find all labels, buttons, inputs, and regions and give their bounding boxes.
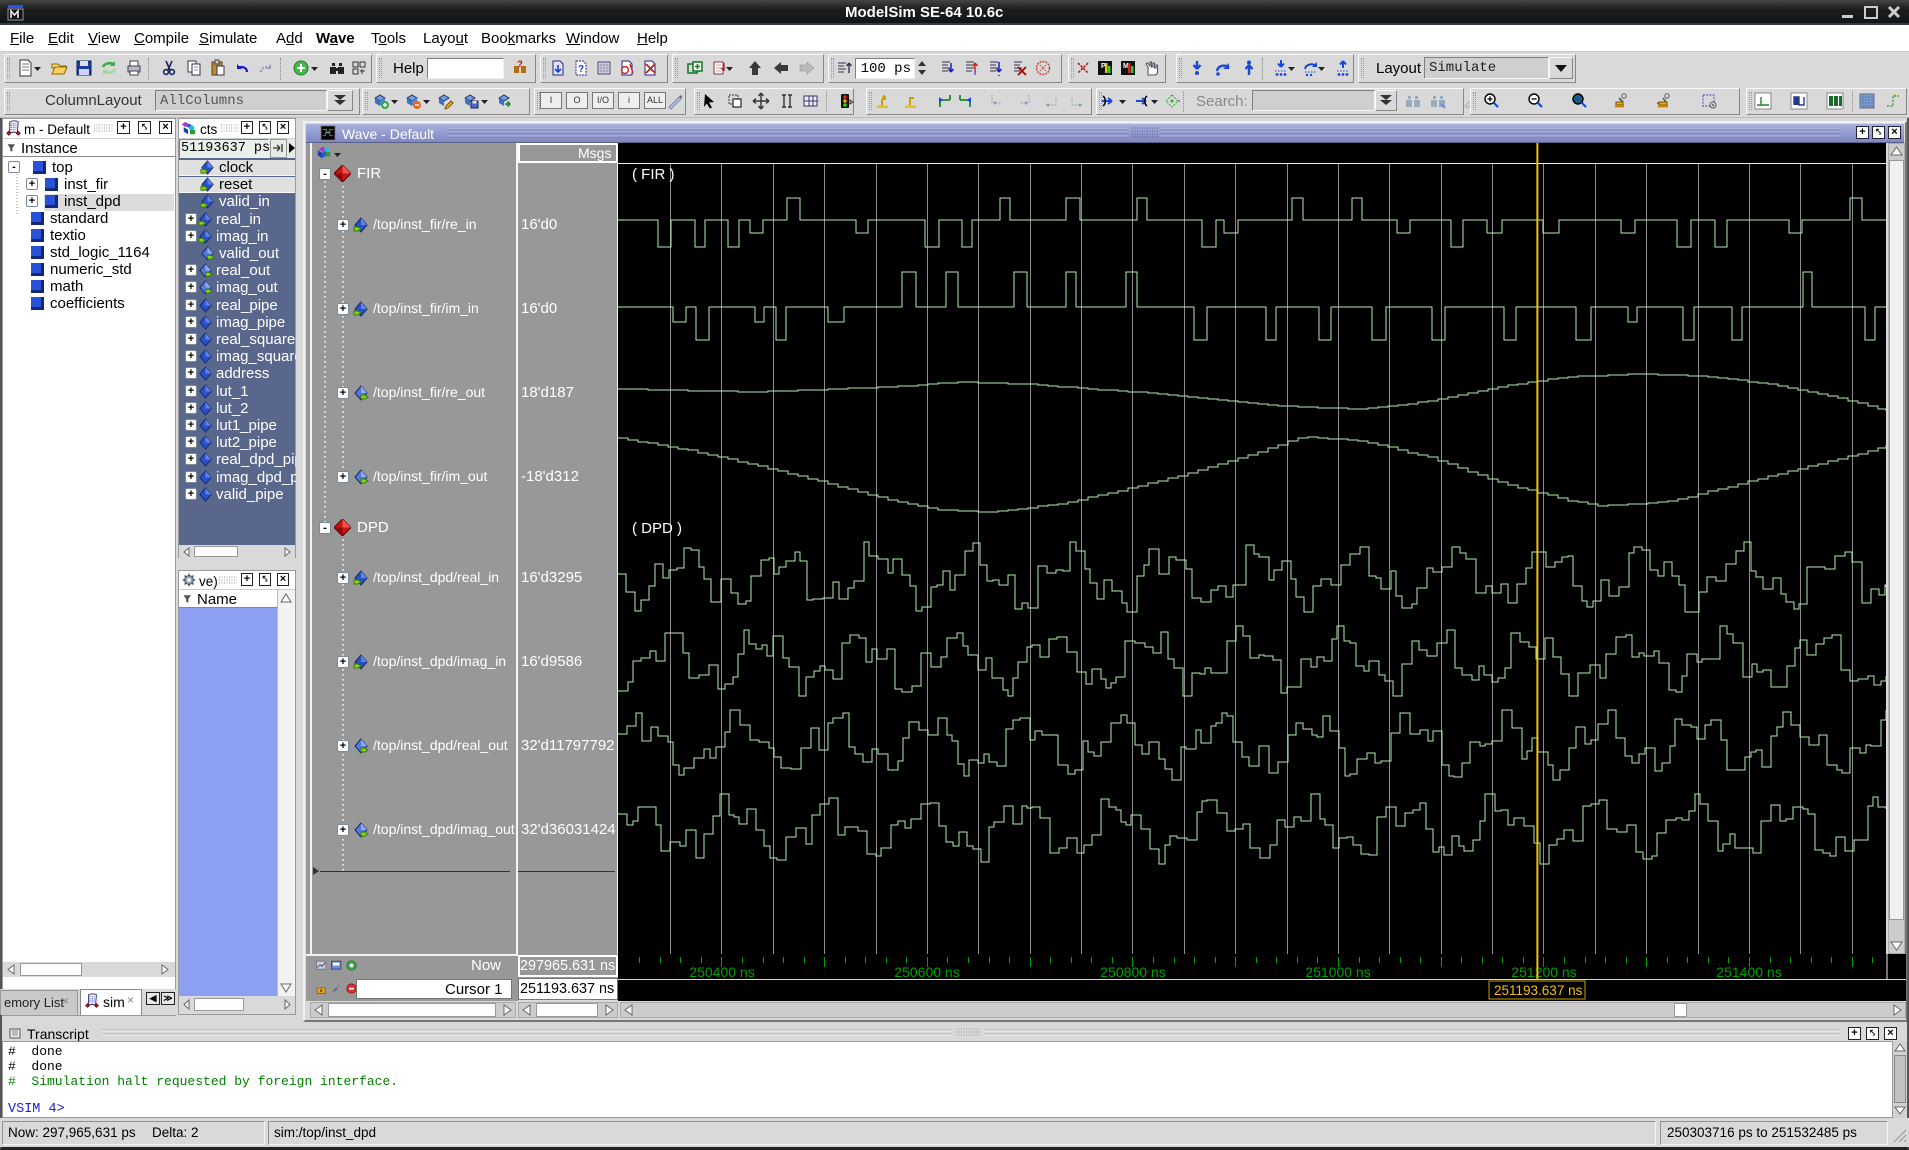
svg-text:?: ? bbox=[578, 64, 584, 75]
svg-text:251193.637 ns: 251193.637 ns bbox=[1494, 983, 1583, 998]
svg-text:251400 ns: 251400 ns bbox=[1716, 964, 1781, 980]
svg-text:250600 ns: 250600 ns bbox=[894, 964, 959, 980]
svg-text:( FIR ): ( FIR ) bbox=[632, 166, 675, 183]
svg-text:( DPD ): ( DPD ) bbox=[632, 520, 682, 537]
svg-text:250800 ns: 250800 ns bbox=[1100, 964, 1165, 980]
svg-text:251200 ns: 251200 ns bbox=[1511, 964, 1576, 980]
svg-text:250400 ns: 250400 ns bbox=[689, 964, 754, 980]
svg-text:251000 ns: 251000 ns bbox=[1305, 964, 1370, 980]
svg-text:?: ? bbox=[517, 59, 523, 69]
